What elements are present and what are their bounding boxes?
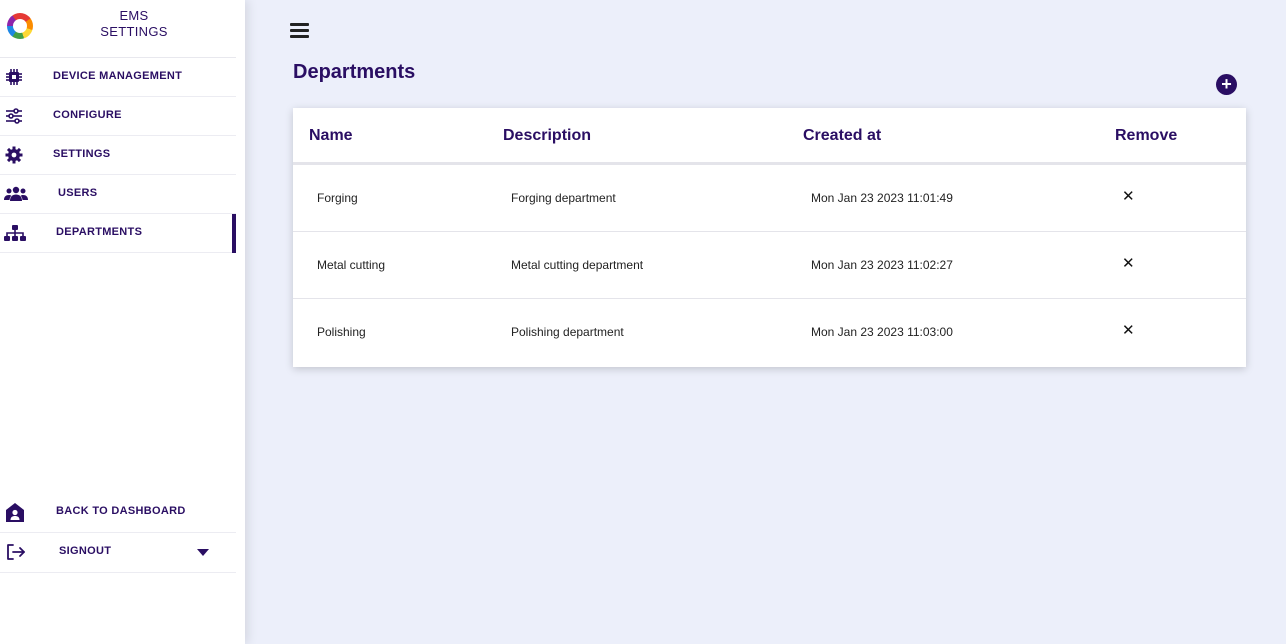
column-header-remove: Remove <box>1115 127 1178 144</box>
departments-table: Name Description Created at Remove Forgi… <box>293 108 1246 367</box>
table-row: Metal cutting Metal cutting department M… <box>293 232 1246 299</box>
sidebar-item-users[interactable]: USERS <box>0 175 236 214</box>
sidebar-item-label: DEPARTMENTS <box>56 226 143 238</box>
signout-icon <box>6 543 26 561</box>
table-row: Polishing Polishing department Mon Jan 2… <box>293 299 1246 366</box>
sidebar-item-configure[interactable]: CONFIGURE <box>0 97 236 136</box>
back-to-dashboard-label: BACK TO DASHBOARD <box>56 505 186 517</box>
department-name-cell: Metal cutting <box>317 258 386 272</box>
signout-label: SIGNOUT <box>59 545 112 557</box>
sliders-icon <box>4 107 24 125</box>
department-description-cell: Polishing department <box>511 325 624 339</box>
hierarchy-icon <box>4 224 26 242</box>
remove-row-icon[interactable]: ✕ <box>1122 321 1135 339</box>
brand-title-line1: EMS <box>119 8 149 23</box>
brand-title: EMS SETTINGS <box>80 8 188 40</box>
sidebar-item-device-management[interactable]: DEVICE MANAGEMENT <box>0 58 236 97</box>
column-header-name: Name <box>309 127 353 144</box>
users-icon <box>4 185 28 203</box>
ems-logo-icon <box>7 13 33 39</box>
add-department-button[interactable]: + <box>1216 74 1237 95</box>
remove-row-icon[interactable]: ✕ <box>1122 187 1135 205</box>
back-to-dashboard-link[interactable]: BACK TO DASHBOARD <box>0 493 236 533</box>
department-description-cell: Forging department <box>511 191 616 205</box>
sidebar-item-settings[interactable]: SETTINGS <box>0 136 236 175</box>
column-header-created-at: Created at <box>803 127 882 144</box>
brand-title-line2: SETTINGS <box>100 24 168 39</box>
sidebar-item-label: SETTINGS <box>53 148 111 160</box>
signout-menu[interactable]: SIGNOUT <box>0 533 236 573</box>
sidebar-item-label: USERS <box>58 187 98 199</box>
department-name-cell: Polishing <box>317 325 366 339</box>
department-name-cell: Forging <box>317 191 358 205</box>
hamburger-menu-icon[interactable] <box>290 23 309 39</box>
department-created-at-cell: Mon Jan 23 2023 11:02:27 <box>811 258 953 272</box>
department-created-at-cell: Mon Jan 23 2023 11:03:00 <box>811 325 953 339</box>
sidebar-item-departments[interactable]: DEPARTMENTS <box>0 214 236 253</box>
remove-row-icon[interactable]: ✕ <box>1122 254 1135 272</box>
chip-icon <box>4 68 24 86</box>
sidebar: EMS SETTINGS DEVICE MANAGEMENT CONFIGURE… <box>0 0 245 644</box>
sidebar-item-label: CONFIGURE <box>53 109 122 121</box>
gear-icon <box>4 146 24 164</box>
chevron-down-icon[interactable] <box>197 549 209 556</box>
department-description-cell: Metal cutting department <box>511 258 644 272</box>
sidebar-nav: DEVICE MANAGEMENT CONFIGURE SETTINGS USE… <box>0 58 236 253</box>
brand-header: EMS SETTINGS <box>0 0 236 58</box>
department-created-at-cell: Mon Jan 23 2023 11:01:49 <box>811 191 953 205</box>
table-header: Name Description Created at Remove <box>293 108 1246 165</box>
home-user-icon <box>5 502 25 522</box>
table-row: Forging Forging department Mon Jan 23 20… <box>293 165 1246 232</box>
sidebar-item-label: DEVICE MANAGEMENT <box>53 70 183 82</box>
column-header-description: Description <box>503 127 592 144</box>
sidebar-bottom-nav: BACK TO DASHBOARD SIGNOUT <box>0 493 236 573</box>
page-title: Departments <box>293 61 416 83</box>
